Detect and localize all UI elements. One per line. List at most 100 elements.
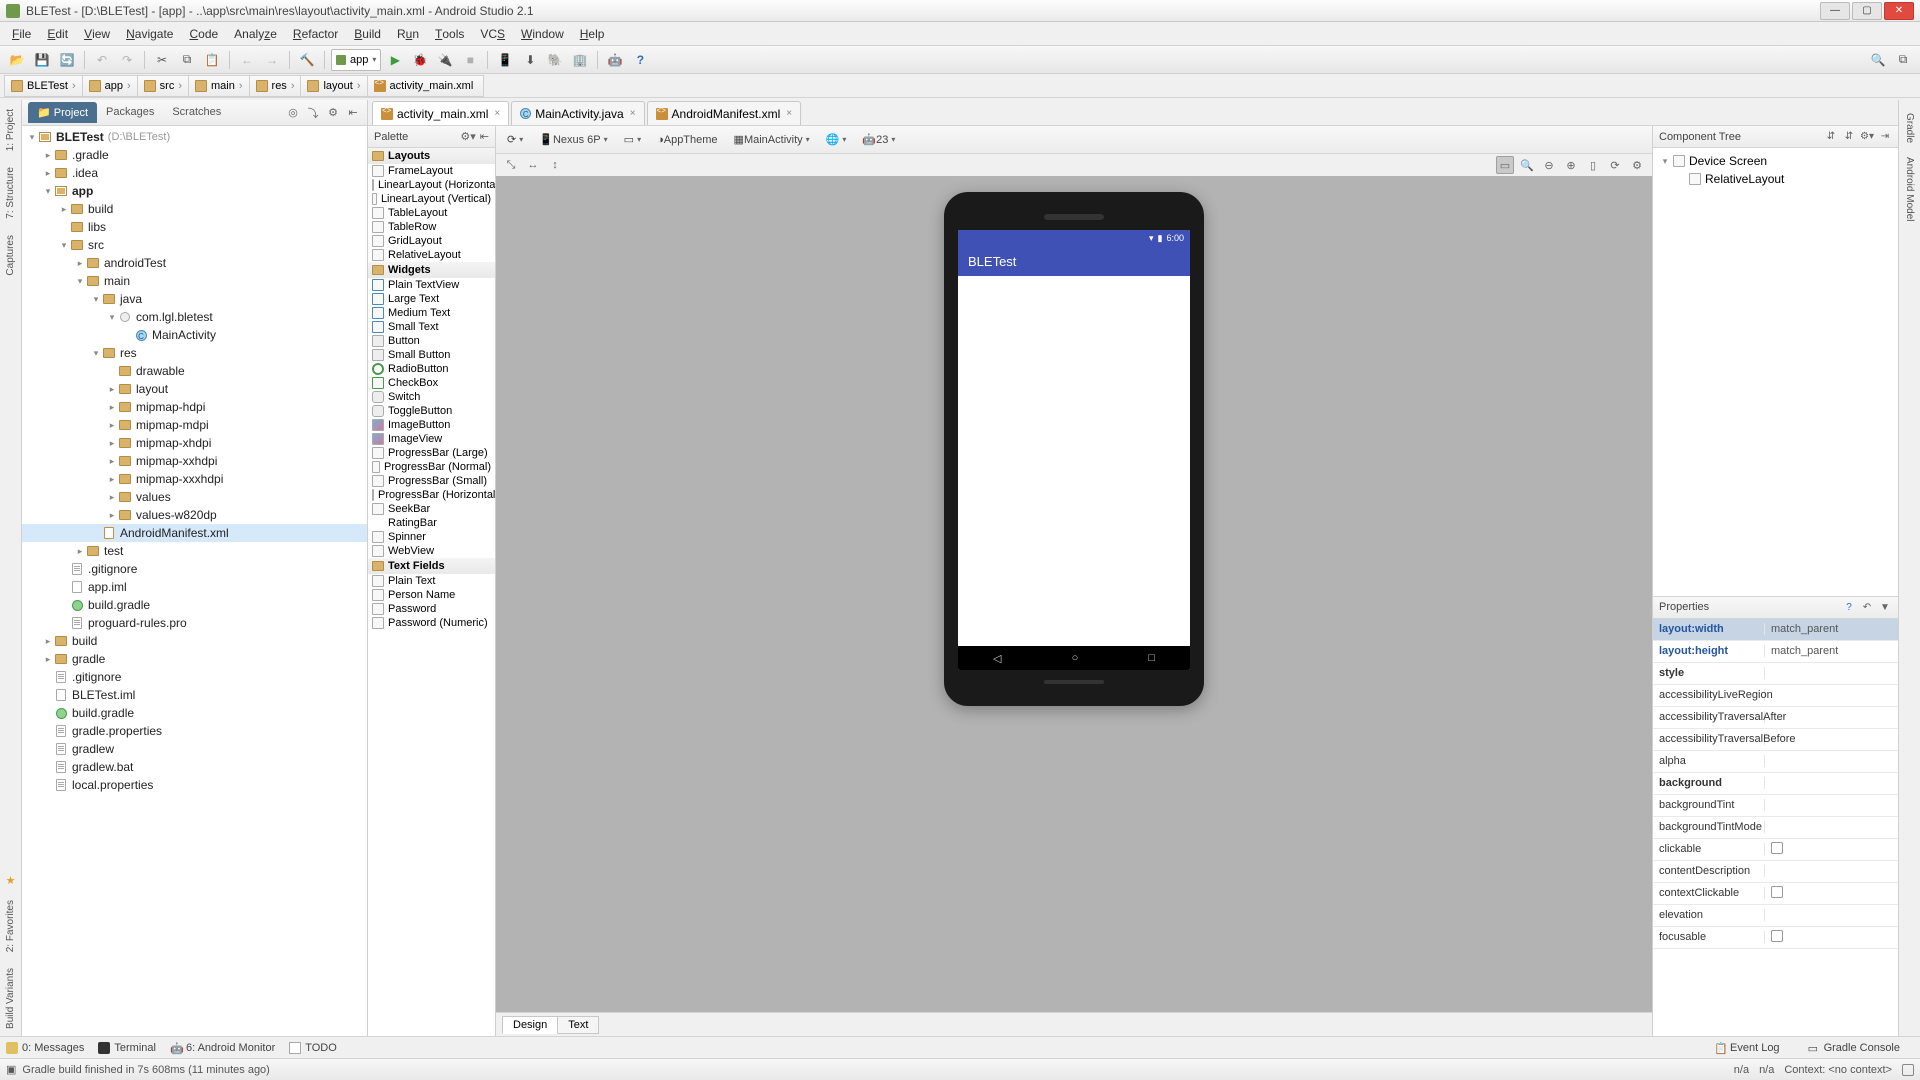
expand-button[interactable]: ⤡ xyxy=(502,156,520,174)
tree-layout[interactable]: ▸layout xyxy=(22,380,367,398)
palette-item[interactable]: ProgressBar (Large) xyxy=(368,446,495,460)
property-row[interactable]: clickable xyxy=(1653,839,1898,861)
bottom-terminal[interactable]: Terminal xyxy=(98,1042,156,1054)
bottom-event-log[interactable]: 📋Event Log xyxy=(1714,1042,1780,1054)
close-icon[interactable]: × xyxy=(494,108,500,119)
tree-androidtest[interactable]: ▸androidTest xyxy=(22,254,367,272)
palette-item[interactable]: Person Name xyxy=(368,588,495,602)
component-relative-layout[interactable]: RelativeLayout xyxy=(1659,170,1892,188)
open-button[interactable]: 📂 xyxy=(6,49,28,71)
orientation-button[interactable]: ⟳▾ xyxy=(502,130,528,149)
property-row[interactable]: backgroundTint xyxy=(1653,795,1898,817)
zoom-fit-button[interactable]: ⊕ xyxy=(1562,156,1580,174)
paste-button[interactable]: 📋 xyxy=(201,49,223,71)
bottom-gradle-console[interactable]: ▭Gradle Console xyxy=(1808,1042,1900,1054)
tree-root[interactable]: ▾BLETest(D:\BLETest) xyxy=(22,128,367,146)
palette-item[interactable]: LinearLayout (Horizontal) xyxy=(368,178,495,192)
property-row[interactable]: focusable xyxy=(1653,927,1898,949)
bottom-todo[interactable]: TODO xyxy=(289,1042,337,1054)
property-row[interactable]: accessibilityTraversalBefore xyxy=(1653,729,1898,751)
project-tab-packages[interactable]: Packages xyxy=(97,102,163,123)
palette-item[interactable]: Plain Text xyxy=(368,574,495,588)
palette-item[interactable]: Password xyxy=(368,602,495,616)
tree-outer-gradle[interactable]: ▸gradle xyxy=(22,650,367,668)
gutter-android-model[interactable]: Android Model xyxy=(1900,150,1919,228)
property-row[interactable]: accessibilityLiveRegion xyxy=(1653,685,1898,707)
lock-icon[interactable] xyxy=(1902,1064,1914,1076)
property-row[interactable]: alpha xyxy=(1653,751,1898,773)
tree-java[interactable]: ▾java xyxy=(22,290,367,308)
palette-item[interactable]: WebView xyxy=(368,544,495,558)
tree-app-build[interactable]: ▸build xyxy=(22,200,367,218)
palette-item[interactable]: ToggleButton xyxy=(368,404,495,418)
expand-all-button[interactable]: ⇵ xyxy=(1824,130,1838,144)
tree-outer-build[interactable]: ▸build xyxy=(22,632,367,650)
tree-local-properties[interactable]: local.properties xyxy=(22,776,367,794)
crumb-bletest[interactable]: BLETest xyxy=(4,75,83,97)
undo-button[interactable]: ↶ xyxy=(91,49,113,71)
debug-button[interactable]: 🐞 xyxy=(409,49,431,71)
menu-tools[interactable]: Tools xyxy=(427,22,472,45)
tree-mipmap-xxhdpi[interactable]: ▸mipmap-xxhdpi xyxy=(22,452,367,470)
design-canvas[interactable]: ▾ ▮ 6:00 BLETest ◁ ○ □ xyxy=(496,176,1652,1012)
palette-item[interactable]: LinearLayout (Vertical) xyxy=(368,192,495,206)
palette-item[interactable]: Medium Text xyxy=(368,306,495,320)
tool-windows-button[interactable]: ⧉ xyxy=(1892,49,1914,71)
palette-item[interactable]: GridLayout xyxy=(368,234,495,248)
tree-mipmap-mdpi[interactable]: ▸mipmap-mdpi xyxy=(22,416,367,434)
activity-combo[interactable]: ▦ MainActivity▾ xyxy=(729,130,815,149)
device-combo[interactable]: 📱 Nexus 6P▾ xyxy=(534,130,612,149)
mode-tab-text[interactable]: Text xyxy=(558,1016,599,1034)
gradle-sync-button[interactable]: 🐘 xyxy=(544,49,566,71)
crumb-layout[interactable]: layout xyxy=(300,75,367,97)
project-tab-scratches[interactable]: Scratches xyxy=(163,102,230,123)
hide-panel-button[interactable]: ⇤ xyxy=(345,105,361,121)
tree-test[interactable]: ▸test xyxy=(22,542,367,560)
crumb-file[interactable]: activity_main.xml xyxy=(367,75,485,97)
menu-build[interactable]: Build xyxy=(346,22,389,45)
close-icon[interactable]: × xyxy=(786,108,792,119)
close-icon[interactable]: × xyxy=(630,108,636,119)
shrink-button[interactable]: ↔ xyxy=(524,156,542,174)
zoom-in-button[interactable]: 🔍 xyxy=(1518,156,1536,174)
tree-res[interactable]: ▾res xyxy=(22,344,367,362)
gutter-project[interactable]: 1: Project xyxy=(1,102,20,158)
bottom-messages[interactable]: 0: Messages xyxy=(6,1042,84,1054)
nav-back-button[interactable]: ← xyxy=(236,49,258,71)
help-button[interactable]: ? xyxy=(629,49,651,71)
property-row[interactable]: backgroundTintMode xyxy=(1653,817,1898,839)
theme-combo[interactable]: ◑ AppTheme xyxy=(652,131,722,149)
project-structure-button[interactable]: 🏢 xyxy=(569,49,591,71)
filter-icon[interactable]: ▼ xyxy=(1878,600,1892,614)
menu-view[interactable]: View xyxy=(76,22,118,45)
tree-gradlew[interactable]: gradlew xyxy=(22,740,367,758)
tree-mipmap-xxxhdpi[interactable]: ▸mipmap-xxxhdpi xyxy=(22,470,367,488)
palette-item[interactable]: TableRow xyxy=(368,220,495,234)
palette-item[interactable]: SeekBar xyxy=(368,502,495,516)
center-button[interactable]: ↕ xyxy=(546,156,564,174)
settings-icon[interactable]: ⚙ xyxy=(325,105,341,121)
search-button[interactable]: 🔍 xyxy=(1867,49,1889,71)
palette-item[interactable]: Large Text xyxy=(368,292,495,306)
tree-src[interactable]: ▾src xyxy=(22,236,367,254)
collapse-all-button[interactable]: ⤵ xyxy=(305,105,321,121)
tree-drawable[interactable]: drawable xyxy=(22,362,367,380)
tree-app-gitignore[interactable]: .gitignore xyxy=(22,560,367,578)
close-button[interactable]: ✕ xyxy=(1884,2,1914,20)
palette-item[interactable]: ProgressBar (Small) xyxy=(368,474,495,488)
tree-manifest[interactable]: AndroidManifest.xml xyxy=(22,524,367,542)
tree-proguard[interactable]: proguard-rules.pro xyxy=(22,614,367,632)
revert-icon[interactable]: ↶ xyxy=(1860,600,1874,614)
maximize-button[interactable]: ▢ xyxy=(1852,2,1882,20)
run-button[interactable]: ▶ xyxy=(384,49,406,71)
save-button[interactable]: 💾 xyxy=(31,49,53,71)
menu-navigate[interactable]: Navigate xyxy=(118,22,181,45)
hide-panel-button[interactable]: ⇥ xyxy=(1878,130,1892,144)
property-row[interactable]: contextClickable xyxy=(1653,883,1898,905)
zoom-out-button[interactable]: ⊖ xyxy=(1540,156,1558,174)
content-area[interactable] xyxy=(958,276,1190,646)
property-row[interactable]: background xyxy=(1653,773,1898,795)
tree-values-w820[interactable]: ▸values-w820dp xyxy=(22,506,367,524)
refresh-button[interactable]: ⟳ xyxy=(1606,156,1624,174)
tree-libs[interactable]: libs xyxy=(22,218,367,236)
